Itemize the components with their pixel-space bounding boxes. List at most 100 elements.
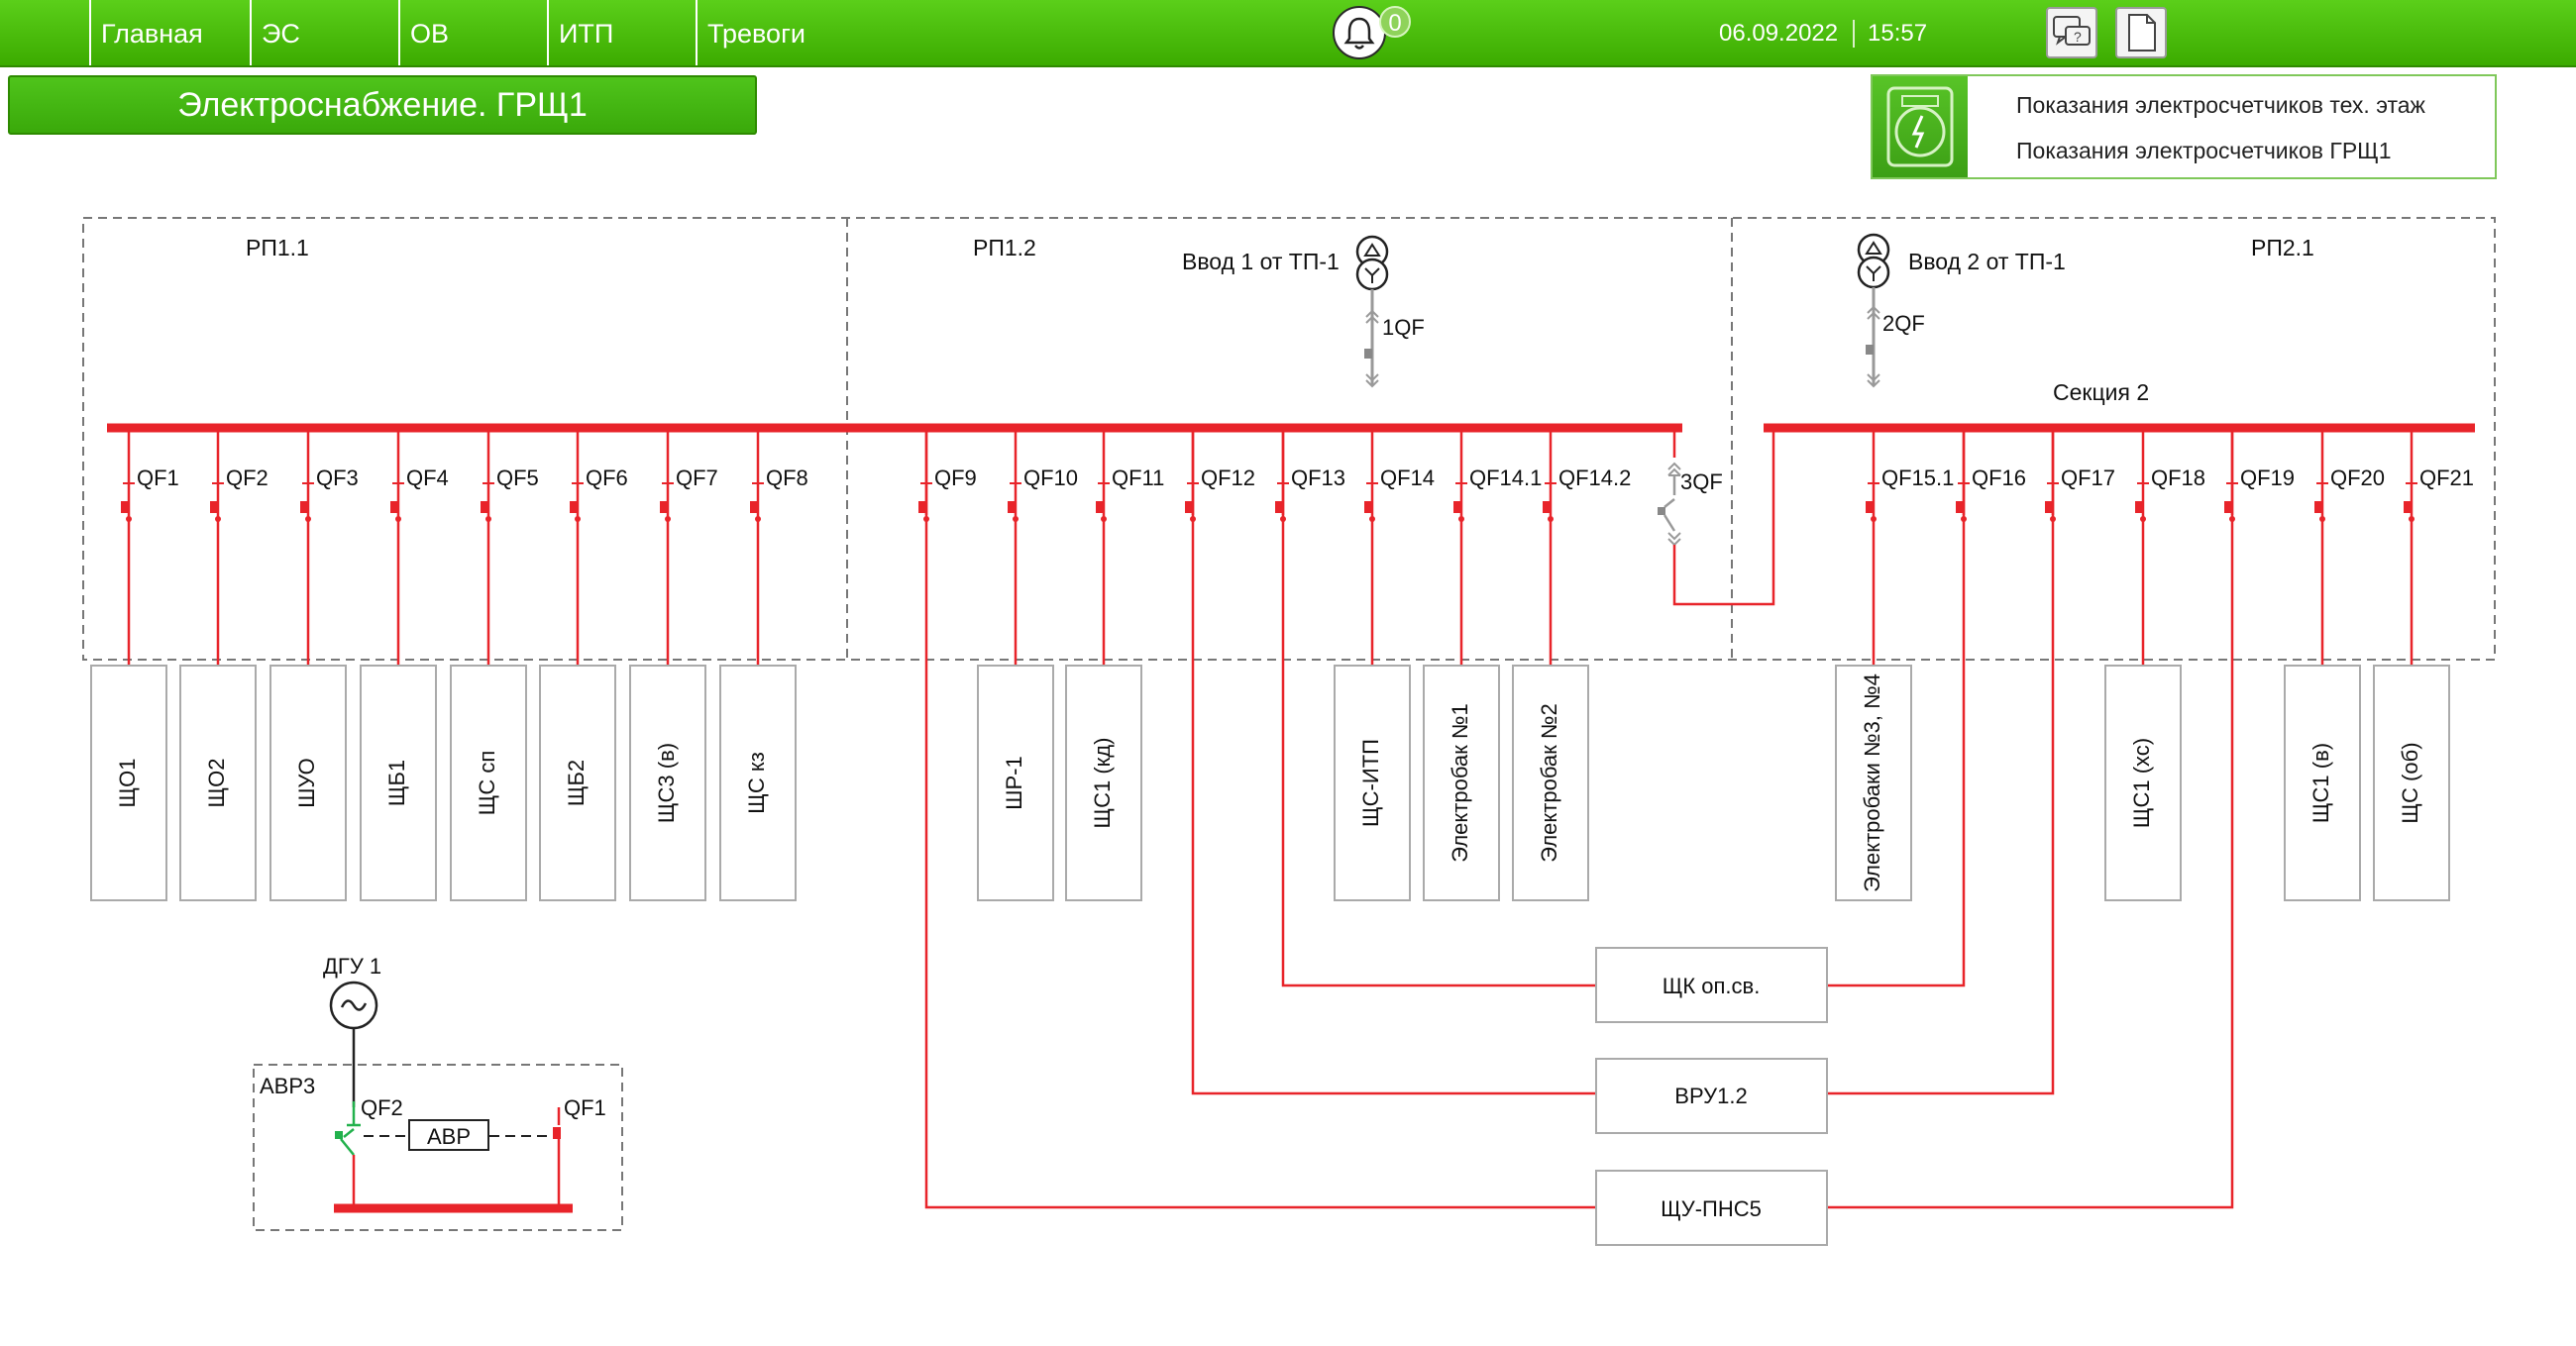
feeder-qf13[interactable]: QF13 [1275,428,1345,522]
breaker-contact [1458,516,1464,522]
breaker-label: QF1 [137,466,179,490]
avr-controller-block[interactable]: АВР [408,1119,489,1151]
feeder-qf11[interactable]: QF11 ЩС1 (кд) [1065,428,1164,901]
load-label: ЩБ1 [384,760,409,806]
breaker-mark[interactable] [1364,501,1372,513]
shared-load-box-sch-k[interactable]: ЩК оп.св. [1595,947,1828,1023]
shared-load-label: ЩУ-ПНС5 [1661,1196,1762,1221]
breaker-label: QF16 [1972,466,2026,490]
feeder-qf5[interactable]: QF5 ЩС сп [450,428,539,901]
zone-label-rp12: РП1.2 [973,235,1036,260]
breaker-label: QF20 [2330,466,2385,490]
load-label: ЩС (об) [2398,742,2422,823]
transformer-2-icon[interactable] [1857,233,1890,289]
feeder-qf14[interactable]: QF14 ЩС-ИТП [1334,428,1435,901]
breaker-3qf[interactable] [1658,462,1681,547]
breaker-contact [2409,516,2415,522]
breaker-mark[interactable] [1096,501,1104,513]
breaker-mark[interactable] [570,501,578,513]
breaker-contact [395,516,401,522]
breaker-contact [485,516,491,522]
feeder-qf7[interactable]: QF7 ЩС3 (в) [629,428,718,901]
feeder-qf10[interactable]: QF10 ШР-1 [977,428,1078,901]
feeder-qf4[interactable]: QF4 ЩБ1 [360,428,449,901]
load-label: Электробак №2 [1537,703,1561,862]
breaker-mark[interactable] [1543,501,1551,513]
breaker-label: QF14 [1380,466,1435,490]
single-line-diagram: РП1.1 РП1.2 РП2.1 Ввод 1 от ТП-1 1QF Вво… [82,217,2496,1246]
breaker-label: QF18 [2151,466,2205,490]
feeder-qf20[interactable]: QF20 ЩС1 (в) [2284,428,2385,901]
breaker-contact [755,516,761,522]
breaker-label: QF17 [2061,466,2115,490]
breaker-label: QF5 [496,466,539,490]
shared-load-label: ВРУ1.2 [1674,1084,1747,1108]
feeder-qf16[interactable]: QF16 [1956,428,2026,522]
feeder-qf15-1[interactable]: QF15.1 Электробаки №3, №4 [1835,428,1954,901]
feeder-qf19[interactable]: QF19 [2224,428,2295,522]
breaker-label: QF14.1 [1469,466,1542,490]
breaker-label: QF9 [934,466,977,490]
breaker-mark[interactable] [1453,501,1461,513]
avr-breaker-qf2[interactable] [335,1101,361,1208]
load-label: ЩС-ИТП [1358,739,1383,827]
breaker-label: QF3 [316,466,359,490]
breaker-2qf-label: 2QF [1882,311,1925,336]
generator-icon[interactable] [329,981,378,1030]
load-label: ЩС сп [475,751,499,816]
breaker-mark[interactable] [300,501,308,513]
breaker-label: QF13 [1291,466,1345,490]
breaker-mark[interactable] [1866,501,1874,513]
breaker-mark[interactable] [2314,501,2322,513]
tie-connection [1672,428,1775,606]
breaker-contact [2319,516,2325,522]
feeder-qf14-2[interactable]: QF14.2 Электробак №2 [1512,428,1631,901]
feeder-qf1[interactable]: QF1 ЩО1 [90,428,179,901]
breaker-contact [305,516,311,522]
input-1-label: Ввод 1 от ТП-1 [1182,249,1340,274]
breaker-mark[interactable] [121,501,129,513]
breaker-label: QF4 [406,466,449,490]
breaker-label: QF10 [1023,466,1078,490]
feeder-qf12[interactable]: QF12 [1185,428,1255,522]
breaker-contact [1871,516,1877,522]
shared-load-label: ЩК оп.св. [1663,974,1761,998]
feeder-qf3[interactable]: QF3 ШУО [269,428,359,901]
load-label: ЩО1 [115,759,140,808]
breaker-contact [1013,516,1019,522]
breaker-contact [2140,516,2146,522]
breaker-mark[interactable] [750,501,758,513]
breaker-label: QF6 [586,466,628,490]
breaker-mark[interactable] [2135,501,2143,513]
breaker-mark[interactable] [390,501,398,513]
zone-label-rp21: РП2.1 [2251,235,2314,260]
breaker-label: QF19 [2240,466,2295,490]
breaker-mark[interactable] [660,501,668,513]
avr-qf1-label: QF1 [564,1095,606,1120]
breaker-label: QF2 [226,466,268,490]
breaker-contact [1369,516,1375,522]
feeder-qf18[interactable]: QF18 ЩС1 (хс) [2104,428,2205,901]
feeder-qf8[interactable]: QF8 ЩС кз [719,428,808,901]
input-2-label: Ввод 2 от ТП-1 [1908,249,2066,274]
generator-label: ДГУ 1 [323,954,381,979]
load-label: ЩС кз [744,752,769,814]
feeder-qf21[interactable]: QF21 ЩС (об) [2373,428,2474,901]
breaker-contact [1101,516,1107,522]
avr-breaker-qf1[interactable] [553,1107,561,1208]
feeder-qf6[interactable]: QF6 ЩБ2 [539,428,628,901]
load-label: ЩС1 (кд) [1090,738,1115,829]
load-label: ЩС1 (хс) [2129,738,2154,828]
breaker-mark[interactable] [2404,501,2412,513]
breaker-mark[interactable] [481,501,488,513]
load-label: Электробак №1 [1448,703,1472,862]
breaker-mark[interactable] [1008,501,1016,513]
load-label: ЩО2 [204,759,229,808]
feeder-qf17[interactable]: QF17 [2045,428,2115,522]
breaker-label: QF11 [1112,466,1164,490]
breaker-mark[interactable] [210,501,218,513]
transformer-1-icon[interactable] [1355,235,1389,291]
feeder-qf2[interactable]: QF2 ЩО2 [179,428,268,901]
shared-load-box-vru[interactable]: ВРУ1.2 [1595,1058,1828,1134]
shared-load-box-pns[interactable]: ЩУ-ПНС5 [1595,1170,1828,1246]
